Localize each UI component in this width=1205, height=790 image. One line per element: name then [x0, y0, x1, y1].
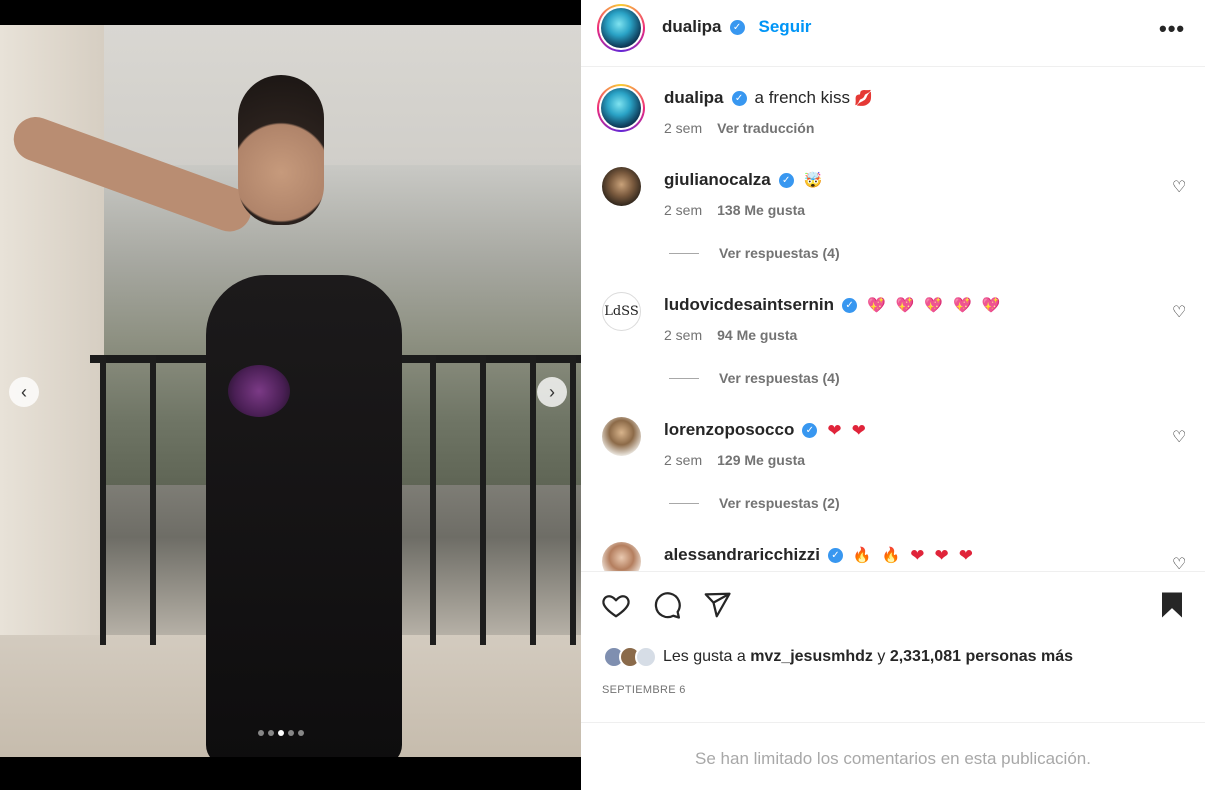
post-actions: Les gusta a mvz_jesusmhdz y 2,331,081 pe… [581, 571, 1205, 723]
carousel-indicator [258, 730, 304, 736]
comment-time: 2 sem [664, 202, 703, 218]
comments-list[interactable]: dualipa ✓ a french kiss 💋 2 sem Ver trad… [581, 68, 1205, 571]
kiss-emoji: 💋 [853, 89, 873, 107]
comment-emoji: 🔥 [852, 546, 872, 564]
carousel-dot [298, 730, 304, 736]
verified-badge-icon: ✓ [842, 297, 858, 313]
verified-badge-icon: ✓ [731, 90, 747, 106]
post-caption: dualipa ✓ a french kiss 💋 2 sem Ver trad… [581, 68, 1205, 158]
commenter-avatar[interactable] [602, 542, 641, 571]
verified-badge-icon: ✓ [729, 19, 745, 35]
author-avatar[interactable] [597, 4, 645, 52]
comment-emoji: ❤ [827, 420, 842, 440]
carousel-dot-active [278, 730, 284, 736]
comment-emoji: ❤ [851, 420, 866, 440]
see-translation-link[interactable]: Ver traducción [717, 120, 814, 136]
comment-bubble-icon[interactable] [652, 590, 682, 620]
likes-count[interactable]: 2,331,081 personas más [890, 648, 1073, 665]
like-comment-heart-icon[interactable]: ♡ [1172, 554, 1186, 571]
share-send-icon[interactable] [702, 590, 732, 620]
comment-username[interactable]: giulianocalza [664, 170, 771, 190]
comment-time: 2 sem [664, 327, 703, 343]
view-replies-label: Ver respuestas (4) [719, 245, 840, 261]
likes-connector: y [877, 648, 886, 665]
caption-text: a french kiss [754, 88, 850, 107]
likes-prefix: Les gusta a [663, 648, 746, 665]
post-header: dualipa ✓ Seguir ••• [581, 0, 1205, 67]
comment-likes[interactable]: 94 Me gusta [717, 327, 797, 343]
post-photo [0, 25, 581, 757]
comment-likes[interactable]: 138 Me gusta [717, 202, 805, 218]
carousel-dot [288, 730, 294, 736]
author-username[interactable]: dualipa [662, 17, 722, 37]
comment-item: lorenzoposocco ✓ ❤ ❤ 2 sem 129 Me gusta … [581, 417, 1205, 542]
verified-badge-icon: ✓ [778, 172, 794, 188]
comment-emoji: ❤ [910, 545, 925, 565]
follow-button[interactable]: Seguir [759, 17, 812, 37]
photo-person [7, 65, 410, 757]
comment-likes[interactable]: 129 Me gusta [717, 452, 805, 468]
comment-emoji: 💖 [924, 296, 944, 314]
comment-emoji: ❤ [934, 545, 949, 565]
liker-avatar [635, 646, 657, 668]
comment-emoji: ❤ [958, 545, 974, 565]
comment-username[interactable]: alessandraricchizzi [664, 545, 820, 565]
commenter-avatar[interactable] [602, 167, 641, 206]
comment-item: LdSS ludovicdesaintsernin ✓ 💖 💖 💖 💖 💖 2 … [581, 292, 1205, 417]
chevron-right-icon: › [549, 382, 555, 402]
post-date[interactable]: SEPTIEMBRE 6 [602, 684, 686, 696]
comment-emoji: 💖 [867, 296, 886, 314]
comment-emoji: 🔥 [881, 546, 901, 564]
post-side-panel: dualipa ✓ Seguir ••• dualipa ✓ a french … [581, 0, 1205, 790]
commenter-avatar[interactable] [602, 417, 641, 456]
view-replies-label: Ver respuestas (4) [719, 370, 840, 386]
post-media: ‹ › [0, 0, 581, 790]
comment-username[interactable]: lorenzoposocco [664, 420, 794, 440]
comment-emoji: 💖 [981, 296, 1001, 314]
more-options-icon[interactable]: ••• [1159, 16, 1185, 42]
instagram-post-view: ‹ › dualipa ✓ Seguir ••• dualipa ✓ a fre… [0, 0, 1205, 790]
view-replies-button[interactable]: Ver respuestas (4) [669, 245, 840, 261]
comment-time: 2 sem [664, 452, 703, 468]
saved-bookmark-icon[interactable] [1157, 590, 1187, 620]
like-comment-heart-icon[interactable]: ♡ [1172, 302, 1186, 322]
view-replies-button[interactable]: Ver respuestas (4) [669, 370, 840, 386]
previous-image-button[interactable]: ‹ [9, 377, 39, 407]
caption-time: 2 sem [664, 120, 703, 136]
comment-emoji: 💖 [953, 296, 972, 314]
carousel-dot [258, 730, 264, 736]
comment-item: alessandraricchizzi ✓ 🔥 🔥 ❤ ❤ ❤ ♡ [581, 542, 1205, 571]
verified-badge-icon: ✓ [802, 422, 818, 438]
comment-emoji: 🤯 [803, 171, 823, 189]
liker-username[interactable]: mvz_jesusmhdz [750, 648, 873, 665]
verified-badge-icon: ✓ [827, 547, 843, 563]
commenter-avatar[interactable]: LdSS [602, 292, 641, 331]
next-image-button[interactable]: › [537, 377, 567, 407]
likes-summary[interactable]: Les gusta a mvz_jesusmhdz y 2,331,081 pe… [603, 646, 1073, 668]
chevron-left-icon: ‹ [21, 382, 27, 402]
caption-author-avatar[interactable] [597, 84, 645, 132]
comment-emoji: 💖 [895, 296, 915, 314]
view-replies-label: Ver respuestas (2) [719, 495, 840, 511]
carousel-dot [268, 730, 274, 736]
avatar-logo-text: LdSS [604, 304, 639, 319]
view-replies-button[interactable]: Ver respuestas (2) [669, 495, 840, 511]
caption-username[interactable]: dualipa [664, 88, 724, 108]
comment-item: giulianocalza ✓ 🤯 2 sem 138 Me gusta Ver… [581, 167, 1205, 292]
like-comment-heart-icon[interactable]: ♡ [1172, 177, 1186, 197]
like-comment-heart-icon[interactable]: ♡ [1172, 427, 1186, 447]
comment-username[interactable]: ludovicdesaintsernin [664, 295, 834, 315]
like-heart-icon[interactable] [601, 590, 631, 620]
comments-limited-notice: Se han limitado los comentarios en esta … [695, 749, 1091, 768]
